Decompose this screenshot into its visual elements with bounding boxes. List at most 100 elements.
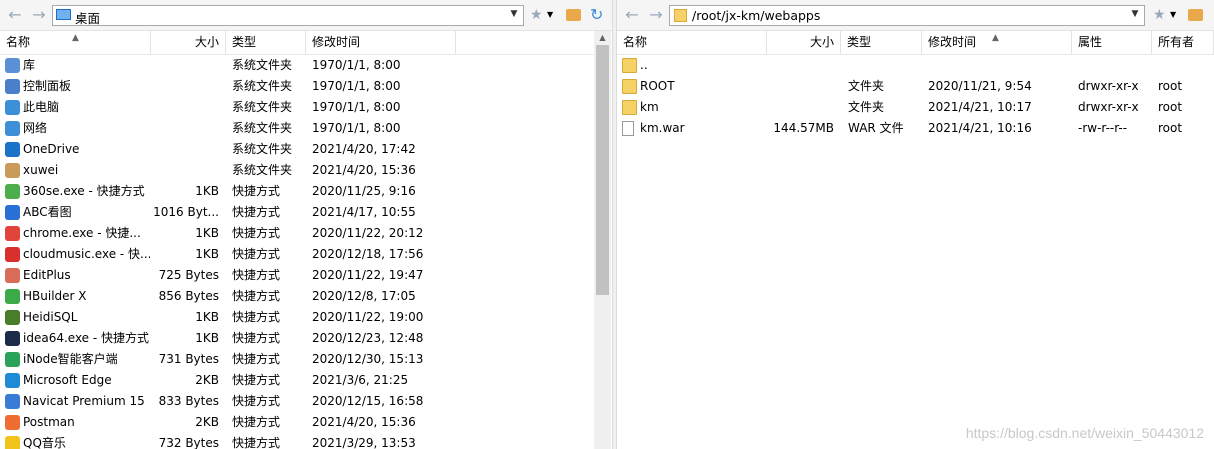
list-item[interactable]: cloudmusic.exe - 快... 1KB 快捷方式 2020/12/18, … <box>0 244 612 265</box>
scroll-thumb[interactable] <box>596 45 609 295</box>
refresh-icon[interactable]: ↻ <box>590 7 606 23</box>
forward-icon[interactable]: → <box>647 6 665 24</box>
file-modified: 2020/12/15, 16:58 <box>312 394 424 408</box>
file-name: 360se.exe - 快捷方式 <box>23 184 145 198</box>
file-name: 控制面板 <box>23 79 72 93</box>
file-size <box>767 55 834 76</box>
back-icon[interactable]: ← <box>623 6 641 24</box>
file-modified: 2021/3/6, 21:25 <box>312 373 409 387</box>
chevron-down-icon[interactable]: ▼ <box>508 9 520 19</box>
column-size[interactable]: 大小 <box>767 31 841 54</box>
file-modified: 2021/3/29, 13:53 <box>312 436 416 449</box>
file-modified: 1970/1/1, 8:00 <box>312 58 401 72</box>
file-size: 2KB <box>195 373 219 387</box>
list-item[interactable]: HeidiSQL 1KB 快捷方式 2020/11/22, 19:00 <box>0 307 612 328</box>
file-type: 快捷方式 <box>232 394 281 408</box>
file-type: 系统文件夹 <box>232 100 293 114</box>
file-type <box>848 55 922 76</box>
list-item[interactable]: 360se.exe - 快捷方式 1KB 快捷方式 2020/11/25, 9:16 <box>0 181 612 202</box>
local-scrollbar[interactable]: ▲ <box>594 31 611 449</box>
home-icon[interactable] <box>1188 9 1203 21</box>
list-item[interactable]: OneDrive 系统文件夹 2021/4/20, 17:42 <box>0 139 612 160</box>
back-icon[interactable]: ← <box>6 6 24 24</box>
file-permissions: drwxr-xr-x <box>1078 100 1139 114</box>
local-address-bar[interactable]: 桌面 ▼ <box>52 5 524 26</box>
file-modified: 1970/1/1, 8:00 <box>312 79 401 93</box>
bookmark-star-icon[interactable]: ★ <box>530 7 546 23</box>
file-type: 快捷方式 <box>232 184 281 198</box>
file-modified: 2021/4/21, 10:17 <box>928 100 1032 114</box>
file-type: 快捷方式 <box>232 226 281 240</box>
file-size: 1KB <box>195 247 219 261</box>
list-item[interactable]: idea64.exe - 快捷方式 1KB 快捷方式 2020/12/23, 12:4… <box>0 328 612 349</box>
list-item[interactable]: ABC看图 1016 Byt... 快捷方式 2021/4/17, 10:55 <box>0 202 612 223</box>
list-item[interactable]: EditPlus 725 Bytes 快捷方式 2020/11/22, 19:47 <box>0 265 612 286</box>
column-name[interactable]: 名称 <box>617 31 767 54</box>
sort-ascending-icon: ▲ <box>992 33 999 43</box>
list-item[interactable]: 库 系统文件夹 1970/1/1, 8:00 <box>0 55 612 76</box>
chevron-down-icon[interactable]: ▼ <box>1129 9 1141 19</box>
list-item[interactable]: km.war 144.57MB WAR 文件 2021/4/21, 10:16 -rw-… <box>617 118 1214 139</box>
file-size: 725 Bytes <box>158 268 219 282</box>
column-type[interactable]: 类型 <box>226 31 306 54</box>
file-owner: root <box>1158 79 1183 93</box>
file-name: chrome.exe - 快捷... <box>23 226 141 240</box>
file-type: 系统文件夹 <box>232 121 293 135</box>
file-name: OneDrive <box>23 142 80 156</box>
bookmark-star-icon[interactable]: ★ <box>1153 7 1169 23</box>
scroll-up-icon[interactable]: ▲ <box>594 31 611 45</box>
file-size <box>767 97 834 118</box>
list-item[interactable]: QQ音乐 732 Bytes 快捷方式 2021/3/29, 13:53 <box>0 433 612 449</box>
file-modified: 2021/4/21, 10:16 <box>928 121 1032 135</box>
list-item[interactable]: .. <box>617 55 1214 76</box>
file-modified: 2021/4/17, 10:55 <box>312 205 416 219</box>
list-item[interactable]: ROOT 文件夹 2020/11/21, 9:54 drwxr-xr-x root <box>617 76 1214 97</box>
list-item[interactable]: Navicat Premium 15 833 Bytes 快捷方式 2020/12/1… <box>0 391 612 412</box>
file-type: 快捷方式 <box>232 436 281 449</box>
file-type: 文件夹 <box>848 100 885 114</box>
list-item[interactable]: chrome.exe - 快捷... 1KB 快捷方式 2020/11/22, 20:… <box>0 223 612 244</box>
file-modified: 2020/12/30, 15:13 <box>312 352 424 366</box>
list-item[interactable]: xuwei 系统文件夹 2021/4/20, 15:36 <box>0 160 612 181</box>
file-modified: 2021/4/20, 15:36 <box>312 415 416 429</box>
file-modified: 2020/11/22, 20:12 <box>312 226 424 240</box>
list-item[interactable]: km 文件夹 2021/4/21, 10:17 drwxr-xr-x root <box>617 97 1214 118</box>
column-modified[interactable]: 修改时间 <box>306 31 456 54</box>
sort-ascending-icon: ▲ <box>72 33 79 43</box>
remote-pane: ← → /root/jx-km/webapps ▼ ★ ▼ 名称 大小 类型 修… <box>617 0 1214 449</box>
local-file-header: 名称 ▲ 大小 类型 修改时间 <box>0 31 612 55</box>
file-type: 快捷方式 <box>232 415 281 429</box>
column-type[interactable]: 类型 <box>841 31 922 54</box>
list-item[interactable]: 控制面板 系统文件夹 1970/1/1, 8:00 <box>0 76 612 97</box>
file-type: 快捷方式 <box>232 373 281 387</box>
list-item[interactable]: iNode智能客户端 731 Bytes 快捷方式 2020/12/30, 15:13 <box>0 349 612 370</box>
local-pane: ← → 桌面 ▼ ★ ▼ ↻ 名称 ▲ 大小 类型 修改时间 库系统文件夹 197… <box>0 0 612 449</box>
bookmark-dropdown-icon[interactable]: ▼ <box>1170 7 1186 23</box>
file-name: HBuilder X <box>23 289 87 303</box>
file-owner <box>1158 55 1212 76</box>
file-size: 144.57MB <box>773 121 834 135</box>
file-permissions: -rw-r--r-- <box>1078 121 1128 135</box>
file-type: WAR 文件 <box>848 121 904 135</box>
list-item[interactable]: Microsoft Edge 2KB 快捷方式 2021/3/6, 21:25 <box>0 370 612 391</box>
list-item[interactable]: HBuilder X 856 Bytes 快捷方式 2020/12/8, 17:05 <box>0 286 612 307</box>
list-item[interactable]: 此电脑 系统文件夹 1970/1/1, 8:00 <box>0 97 612 118</box>
file-size <box>151 97 219 118</box>
column-name[interactable]: 名称 ▲ <box>0 31 151 54</box>
home-icon[interactable] <box>566 9 581 21</box>
file-type: 系统文件夹 <box>232 142 293 156</box>
file-size <box>151 55 219 76</box>
list-item[interactable]: 网络 系统文件夹 1970/1/1, 8:00 <box>0 118 612 139</box>
column-owner[interactable]: 所有者 <box>1152 31 1214 54</box>
column-size[interactable]: 大小 <box>151 31 226 54</box>
column-permissions[interactable]: 属性 <box>1072 31 1152 54</box>
file-size: 1KB <box>195 331 219 345</box>
remote-address-bar[interactable]: /root/jx-km/webapps ▼ <box>669 5 1145 26</box>
list-item[interactable]: Postman 2KB 快捷方式 2021/4/20, 15:36 <box>0 412 612 433</box>
file-modified <box>928 55 1068 76</box>
bookmark-dropdown-icon[interactable]: ▼ <box>547 7 563 23</box>
file-name: ROOT <box>640 79 675 93</box>
file-size: 1KB <box>195 226 219 240</box>
forward-icon[interactable]: → <box>30 6 48 24</box>
column-modified[interactable]: 修改时间 ▲ <box>922 31 1072 54</box>
